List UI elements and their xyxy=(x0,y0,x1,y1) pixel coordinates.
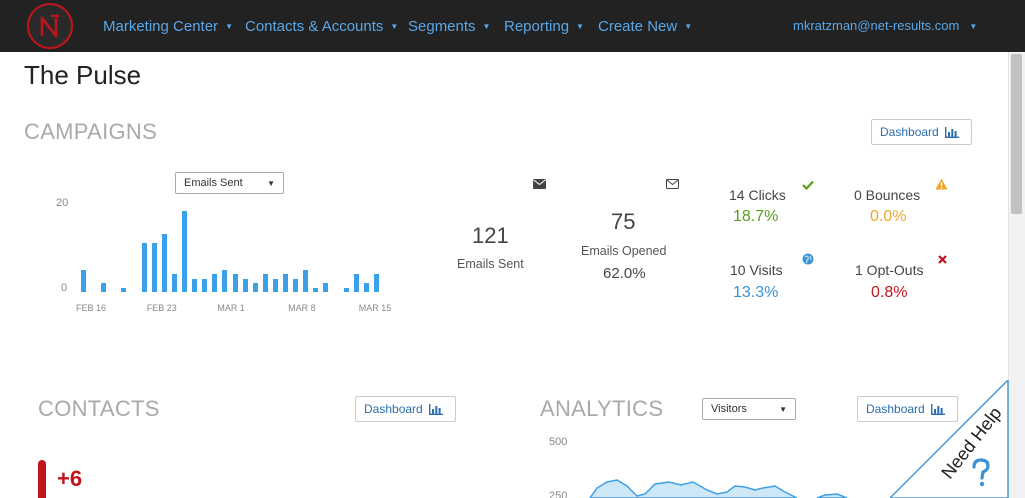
chart-bar xyxy=(323,283,329,292)
globe-icon xyxy=(802,253,814,265)
nav-reporting-label: Reporting xyxy=(504,18,570,35)
scrollbar-thumb[interactable] xyxy=(1011,54,1022,214)
user-menu[interactable]: mkratzman@net-results.com ▼ xyxy=(793,18,977,33)
chart-x-tick: FEB 16 xyxy=(76,303,107,313)
chart-y-tick-min: 0 xyxy=(61,282,68,294)
chevron-down-icon: ▼ xyxy=(267,178,275,188)
nav-marketing-center-label: Marketing Center xyxy=(103,18,219,35)
emails-sent-label: Emails Sent xyxy=(457,257,524,271)
nav-marketing-center[interactable]: Marketing Center ▼ xyxy=(103,18,233,35)
analytics-y-tick-250: 250 xyxy=(549,490,568,498)
campaigns-dashboard-button[interactable]: Dashboard xyxy=(871,119,972,145)
optouts-label: 1 Opt-Outs xyxy=(855,262,924,278)
chart-bar xyxy=(171,274,177,292)
close-icon xyxy=(938,255,947,264)
bounces-pct: 0.0% xyxy=(870,208,907,225)
chart-bar xyxy=(272,278,278,292)
campaigns-metric-select[interactable]: Emails Sent ▼ xyxy=(175,172,284,194)
chevron-down-icon: ▼ xyxy=(969,22,978,31)
analytics-y-tick-500: 500 xyxy=(549,436,568,448)
nav-contacts-accounts[interactable]: Contacts & Accounts ▼ xyxy=(245,18,398,35)
need-help-banner: Need Help xyxy=(888,378,1009,498)
user-email: mkratzman@net-results.com xyxy=(793,18,960,33)
emails-opened-label: Emails Opened xyxy=(581,244,667,258)
chart-bar xyxy=(303,269,309,292)
nav-reporting[interactable]: Reporting ▼ xyxy=(504,18,584,35)
chart-x-tick: MAR 1 xyxy=(217,303,245,313)
bounces-label: 0 Bounces xyxy=(854,187,921,203)
contacts-delta: +6 xyxy=(57,466,83,491)
dashboard-button-label: Dashboard xyxy=(364,402,423,416)
chart-bar xyxy=(343,287,349,292)
campaigns-select-value: Emails Sent xyxy=(184,177,243,189)
chart-bar xyxy=(81,269,86,292)
chart-x-tick: FEB 23 xyxy=(146,303,177,313)
page-title: The Pulse xyxy=(24,60,142,90)
nav-segments[interactable]: Segments ▼ xyxy=(408,18,490,35)
logo-n-icon xyxy=(40,14,59,38)
nav-create-new[interactable]: Create New ▼ xyxy=(598,18,692,35)
chart-bar xyxy=(262,274,268,292)
chart-bar xyxy=(182,211,187,292)
net-results-logo[interactable] xyxy=(27,3,73,49)
campaigns-title: CAMPAIGNS xyxy=(24,119,158,144)
analytics-metric-select[interactable]: Visitors ▼ xyxy=(702,398,796,420)
chevron-down-icon: ▼ xyxy=(482,22,491,31)
analytics-title: ANALYTICS xyxy=(540,396,664,421)
chart-bar xyxy=(192,278,198,292)
chevron-down-icon: ▼ xyxy=(684,22,693,31)
chart-bar xyxy=(202,278,208,292)
chart-bar xyxy=(232,274,238,292)
emails-opened-pct: 62.0% xyxy=(603,265,646,282)
visits-pct: 13.3% xyxy=(733,284,779,301)
optouts-pct: 0.8% xyxy=(871,284,908,301)
nav-segments-label: Segments xyxy=(408,18,476,35)
contacts-dashboard-button[interactable]: Dashboard xyxy=(355,396,456,422)
chevron-down-icon: ▼ xyxy=(779,404,787,414)
clicks-pct: 18.7% xyxy=(733,208,779,225)
chevron-down-icon: ▼ xyxy=(576,22,584,31)
chart-bar xyxy=(141,242,147,292)
nav-create-new-label: Create New xyxy=(598,18,678,35)
chart-bar xyxy=(242,278,248,292)
chart-x-tick: MAR 8 xyxy=(288,303,316,313)
bar-chart-icon xyxy=(944,126,959,138)
analytics-select-value: Visitors xyxy=(711,403,747,415)
bar-chart-icon xyxy=(428,403,443,415)
chart-bar xyxy=(283,274,288,292)
nav-contacts-accounts-label: Contacts & Accounts xyxy=(245,18,384,35)
chevron-down-icon: ▼ xyxy=(390,22,399,31)
need-help-tab[interactable]: Need Help xyxy=(888,378,1025,498)
clicks-label: 14 Clicks xyxy=(729,187,786,203)
warning-icon xyxy=(935,178,948,190)
contacts-title: CONTACTS xyxy=(38,396,160,421)
check-icon xyxy=(802,180,814,190)
analytics-area-chart xyxy=(589,479,848,498)
chart-bar xyxy=(151,242,157,292)
chart-bar xyxy=(252,283,258,292)
contacts-indicator-bar xyxy=(38,460,46,498)
chart-bar xyxy=(293,278,299,292)
chevron-down-icon: ▼ xyxy=(225,22,233,31)
dashboard-button-label: Dashboard xyxy=(880,125,939,139)
chart-y-tick-max: 20 xyxy=(56,197,69,209)
chart-bar xyxy=(101,283,107,292)
chart-bar xyxy=(161,233,167,292)
chart-bar xyxy=(353,274,359,292)
emails-sent-count: 121 xyxy=(472,223,509,248)
chart-bar xyxy=(373,274,379,292)
chart-bar xyxy=(121,287,127,292)
chart-x-tick: MAR 15 xyxy=(358,303,392,313)
emails-opened-count: 75 xyxy=(611,209,636,234)
envelope-closed-icon xyxy=(533,179,546,189)
top-navbar: Marketing Center ▼ Contacts & Accounts ▼ S… xyxy=(0,0,1025,52)
chart-bar xyxy=(222,269,228,292)
chart-bar xyxy=(212,274,218,292)
visits-label: 10 Visits xyxy=(730,262,783,278)
chart-bar xyxy=(363,283,369,292)
chart-bar xyxy=(313,287,319,292)
envelope-open-icon xyxy=(666,179,679,189)
